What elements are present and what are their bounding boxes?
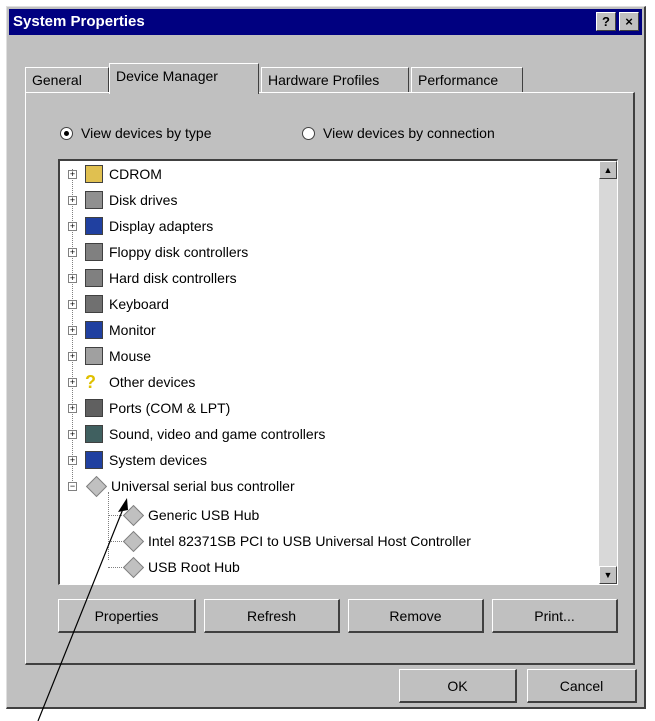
radio-selected-indicator: [60, 126, 73, 140]
device-category-item[interactable]: + System devices: [68, 447, 207, 473]
expand-icon[interactable]: +: [68, 299, 77, 309]
tab-hardware-profiles[interactable]: Hardware Profiles: [261, 67, 409, 93]
question-mark-icon: ?: [85, 372, 96, 392]
usb-child-item[interactable]: Generic USB Hub: [122, 502, 259, 528]
device-category-label: Disk drives: [109, 192, 178, 208]
usb-child-label: USB Root Hub: [148, 559, 240, 575]
expand-icon[interactable]: +: [68, 377, 77, 387]
usb-device-icon: [122, 530, 145, 552]
expand-icon[interactable]: +: [68, 351, 77, 361]
device-category-item[interactable]: + Ports (COM & LPT): [68, 395, 230, 421]
properties-button[interactable]: Properties: [58, 599, 196, 633]
expand-icon[interactable]: +: [68, 403, 77, 413]
expand-icon[interactable]: +: [68, 221, 77, 231]
device-category-item[interactable]: + Mouse: [68, 343, 151, 369]
device-category-item[interactable]: + Hard disk controllers: [68, 265, 237, 291]
vertical-scrollbar[interactable]: ▲ ▼: [599, 161, 617, 584]
radio-unselected-indicator: [302, 126, 315, 140]
device-category-label: Hard disk controllers: [109, 270, 237, 286]
window-title: System Properties: [13, 13, 145, 30]
usb-child-label: Intel 82371SB PCI to USB Universal Host …: [148, 533, 471, 549]
expand-icon[interactable]: +: [68, 247, 77, 257]
print-button[interactable]: Print...: [492, 599, 618, 633]
remove-button[interactable]: Remove: [348, 599, 484, 633]
ok-button[interactable]: OK: [399, 669, 517, 703]
keyboard-icon: [85, 295, 103, 313]
tab-device-manager[interactable]: Device Manager: [109, 63, 259, 94]
tab-performance[interactable]: Performance: [411, 67, 523, 93]
usb-children-connector-line: [108, 492, 109, 560]
sound-icon: [85, 425, 103, 443]
device-category-item[interactable]: + CDROM: [68, 161, 162, 187]
device-category-item[interactable]: − Universal serial bus controller: [68, 473, 295, 499]
device-category-label: Keyboard: [109, 296, 169, 312]
device-category-item[interactable]: + Keyboard: [68, 291, 169, 317]
device-category-label: Ports (COM & LPT): [109, 400, 231, 416]
device-category-label: System devices: [109, 452, 208, 468]
usb-device-icon: [122, 504, 145, 526]
device-category-label: Sound, video and game controllers: [109, 426, 326, 442]
usb-child-label: Generic USB Hub: [148, 507, 260, 523]
device-category-item[interactable]: + Sound, video and game controllers: [68, 421, 325, 447]
hard-disk-controller-icon: [85, 269, 103, 287]
device-category-label: Other devices: [109, 374, 196, 390]
disk-drive-icon: [85, 191, 103, 209]
device-category-item[interactable]: +? Other devices: [68, 369, 195, 395]
refresh-button[interactable]: Refresh: [204, 599, 340, 633]
expand-icon[interactable]: +: [68, 325, 77, 335]
scroll-down-button[interactable]: ▼: [599, 566, 617, 584]
floppy-controller-icon: [85, 243, 103, 261]
system-devices-icon: [85, 451, 103, 469]
device-category-label: Display adapters: [109, 218, 214, 234]
device-category-item[interactable]: + Floppy disk controllers: [68, 239, 248, 265]
device-tree-listbox[interactable]: + CDROM + Disk drives + Display adapters + Flop…: [58, 159, 618, 585]
device-category-label: Mouse: [109, 348, 152, 364]
device-category-item[interactable]: + Display adapters: [68, 213, 213, 239]
view-by-connection-label: View devices by connection: [323, 125, 495, 141]
close-button[interactable]: ×: [619, 12, 639, 31]
tab-general[interactable]: General: [25, 67, 109, 93]
usb-controller-icon: [85, 475, 108, 497]
port-icon: [85, 399, 103, 417]
system-properties-window: System Properties ? × General Device Man…: [6, 6, 646, 709]
display-adapter-icon: [85, 217, 103, 235]
expand-icon[interactable]: +: [68, 169, 77, 179]
monitor-icon: [85, 321, 103, 339]
expand-icon[interactable]: +: [68, 195, 77, 205]
device-manager-panel: View devices by type View devices by con…: [25, 92, 635, 665]
usb-child-item[interactable]: USB Root Hub: [122, 554, 240, 580]
usb-device-icon: [122, 556, 145, 578]
collapse-icon[interactable]: −: [68, 481, 77, 491]
device-category-item[interactable]: + Disk drives: [68, 187, 177, 213]
device-category-label: Universal serial bus controller: [111, 478, 295, 494]
device-category-label: Floppy disk controllers: [109, 244, 249, 260]
view-by-type-label: View devices by type: [81, 125, 212, 141]
scroll-up-button[interactable]: ▲: [599, 161, 617, 179]
expand-icon[interactable]: +: [68, 429, 77, 439]
mouse-icon: [85, 347, 103, 365]
usb-child-item[interactable]: Intel 82371SB PCI to USB Universal Host …: [122, 528, 471, 554]
device-category-item[interactable]: + Monitor: [68, 317, 156, 343]
view-by-connection-radio[interactable]: View devices by connection: [302, 125, 495, 141]
device-category-label: CDROM: [109, 166, 162, 182]
title-bar[interactable]: System Properties ? ×: [9, 9, 642, 35]
device-category-label: Monitor: [109, 322, 156, 338]
cancel-button[interactable]: Cancel: [527, 669, 637, 703]
view-by-type-radio[interactable]: View devices by type: [60, 125, 211, 141]
help-button[interactable]: ?: [596, 12, 616, 31]
cdrom-icon: [85, 165, 103, 183]
expand-icon[interactable]: +: [68, 455, 77, 465]
expand-icon[interactable]: +: [68, 273, 77, 283]
